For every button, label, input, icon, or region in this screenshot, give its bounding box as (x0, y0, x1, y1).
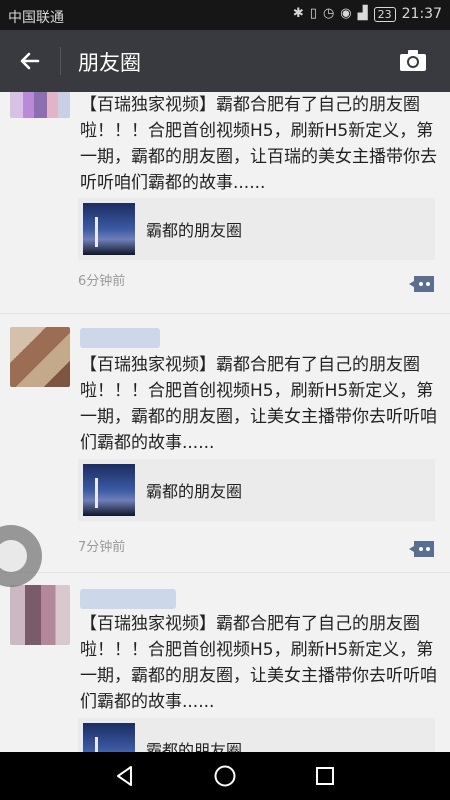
comment-icon[interactable] (408, 274, 436, 294)
alarm-icon: ◷ (322, 6, 335, 21)
top-navigation-bar: 朋友圈 (0, 30, 450, 92)
post-text: 【百瑞独家视频】霸都合肥有了自己的朋友圈啦！！！合肥首创视频H5，刷新H5新定义… (80, 614, 437, 712)
username-blurred[interactable] (80, 589, 176, 609)
moment-post: 【百瑞独家视频】霸都合肥有了自己的朋友圈啦！！！合肥首创视频H5，刷新H5新定义… (0, 572, 450, 752)
post-time: 7分钟前 (78, 540, 126, 555)
recents-square-icon[interactable] (313, 764, 337, 788)
link-thumbnail (83, 464, 135, 516)
camera-icon (400, 50, 426, 71)
post-text: 【百瑞独家视频】霸都合肥有了自己的朋友圈啦！！！合肥首创视频H5，刷新H5新定义… (80, 355, 437, 453)
signal-icon: ▟ (357, 6, 368, 21)
moments-feed[interactable]: 【百瑞独家视频】霸都合肥有了自己的朋友圈啦！！！合肥首创视频H5，刷新H5新定义… (0, 92, 450, 752)
carrier-label: 中国联通 (8, 10, 64, 26)
post-time: 6分钟前 (78, 274, 126, 289)
comment-icon[interactable] (408, 539, 436, 559)
avatar[interactable] (10, 585, 70, 645)
link-card[interactable]: 霸都的朋友圈 (78, 459, 435, 521)
status-bar: 中国联通 ✱ ▯ ◷ ◉ ▟ 23 21:37 (0, 0, 450, 30)
eye-comfort-icon: ◉ (340, 6, 352, 21)
back-button[interactable] (12, 43, 48, 79)
back-arrow-icon (20, 52, 40, 70)
post-text: 【百瑞独家视频】霸都合肥有了自己的朋友圈啦！！！合肥首创视频H5，刷新H5新定义… (80, 95, 437, 193)
page-title: 朋友圈 (78, 51, 141, 75)
link-card[interactable]: 霸都的朋友圈 (78, 718, 435, 752)
avatar[interactable] (10, 92, 70, 118)
home-circle-icon[interactable] (213, 764, 237, 788)
username-blurred[interactable] (80, 328, 160, 348)
link-thumbnail (83, 203, 135, 255)
avatar[interactable] (10, 327, 70, 387)
nav-divider (60, 47, 61, 75)
moment-post: 【百瑞独家视频】霸都合肥有了自己的朋友圈啦！！！合肥首创视频H5，刷新H5新定义… (0, 92, 450, 313)
link-title: 霸都的朋友圈 (146, 482, 243, 501)
link-thumbnail (83, 723, 135, 752)
battery-indicator: 23 (373, 6, 396, 22)
link-title: 霸都的朋友圈 (146, 221, 243, 240)
link-card[interactable]: 霸都的朋友圈 (78, 198, 435, 260)
status-icons: ✱ ▯ ◷ ◉ ▟ 23 21:37 (293, 5, 442, 23)
clock: 21:37 (401, 6, 442, 22)
system-navigation-bar (0, 752, 450, 800)
moment-post: 【百瑞独家视频】霸都合肥有了自己的朋友圈啦！！！合肥首创视频H5，刷新H5新定义… (0, 313, 450, 572)
link-title: 霸都的朋友圈 (146, 741, 243, 752)
vibrate-icon: ▯ (309, 6, 317, 21)
bluetooth-icon: ✱ (292, 6, 304, 21)
camera-button[interactable] (398, 45, 430, 77)
back-triangle-icon[interactable] (113, 764, 137, 788)
